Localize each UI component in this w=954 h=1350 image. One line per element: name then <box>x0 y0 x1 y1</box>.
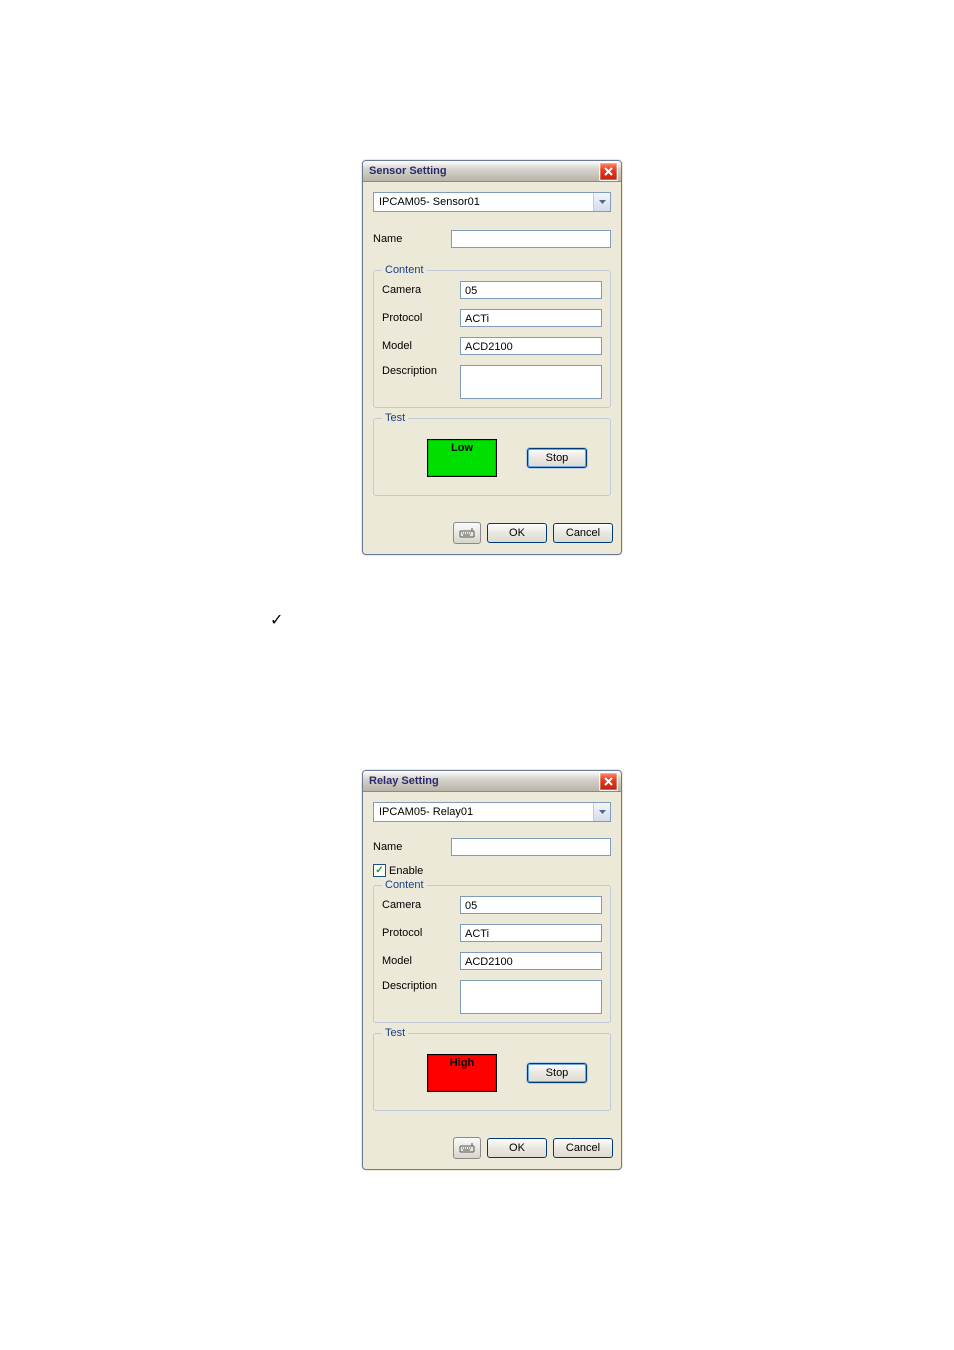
relay-selector-value: IPCAM05- Relay01 <box>379 806 473 818</box>
sensor-setting-dialog: Sensor Setting IPCAM05- Sensor01 Name Co… <box>362 160 622 555</box>
protocol-label: Protocol <box>382 312 460 324</box>
name-input[interactable] <box>451 230 611 248</box>
description-textarea[interactable] <box>460 365 602 399</box>
chevron-down-icon <box>599 810 606 814</box>
cancel-button[interactable]: Cancel <box>553 523 613 543</box>
keyboard-button[interactable] <box>453 522 481 544</box>
dialog-footer: OK Cancel <box>363 1131 621 1169</box>
sensor-selector-dropdown[interactable]: IPCAM05- Sensor01 <box>373 192 611 212</box>
protocol-value: ACTi <box>460 924 602 942</box>
dialog-title: Sensor Setting <box>369 165 447 177</box>
relay-selector-dropdown[interactable]: IPCAM05- Relay01 <box>373 802 611 822</box>
test-legend: Test <box>382 1027 408 1039</box>
close-icon <box>604 777 613 786</box>
keyboard-button[interactable] <box>453 1137 481 1159</box>
content-group: Content Camera 05 Protocol ACTi Model AC… <box>373 270 611 408</box>
test-group: Test High Stop <box>373 1033 611 1111</box>
test-status-text: High <box>450 1057 474 1069</box>
dropdown-arrow[interactable] <box>593 193 610 211</box>
ok-button[interactable]: OK <box>487 523 547 543</box>
camera-label: Camera <box>382 899 460 911</box>
close-button[interactable] <box>599 772 618 791</box>
cancel-button[interactable]: Cancel <box>553 1138 613 1158</box>
check-icon: ✓ <box>375 866 383 876</box>
test-group: Test Low Stop <box>373 418 611 496</box>
test-status-text: Low <box>451 442 473 454</box>
model-value: ACD2100 <box>460 337 602 355</box>
enable-label: Enable <box>389 865 423 877</box>
dialog-footer: OK Cancel <box>363 516 621 554</box>
titlebar[interactable]: Sensor Setting <box>363 161 621 182</box>
camera-label: Camera <box>382 284 460 296</box>
model-value: ACD2100 <box>460 952 602 970</box>
ok-button[interactable]: OK <box>487 1138 547 1158</box>
description-label: Description <box>382 365 460 377</box>
content-legend: Content <box>382 264 427 276</box>
relay-setting-dialog: Relay Setting IPCAM05- Relay01 Name ✓ En… <box>362 770 622 1170</box>
stop-button[interactable]: Stop <box>527 448 587 468</box>
content-legend: Content <box>382 879 427 891</box>
dialog-title: Relay Setting <box>369 775 439 787</box>
protocol-label: Protocol <box>382 927 460 939</box>
protocol-value: ACTi <box>460 309 602 327</box>
titlebar[interactable]: Relay Setting <box>363 771 621 792</box>
model-label: Model <box>382 955 460 967</box>
enable-checkbox[interactable]: ✓ <box>373 864 386 877</box>
close-button[interactable] <box>599 162 618 181</box>
keyboard-icon <box>459 1143 475 1153</box>
keyboard-icon <box>459 528 475 538</box>
test-status-indicator: Low <box>427 439 497 477</box>
model-label: Model <box>382 340 460 352</box>
description-textarea[interactable] <box>460 980 602 1014</box>
close-icon <box>604 167 613 176</box>
camera-value: 05 <box>460 281 602 299</box>
name-label: Name <box>373 233 451 245</box>
name-label: Name <box>373 841 451 853</box>
checkmark-icon: ✓ <box>270 610 283 630</box>
camera-value: 05 <box>460 896 602 914</box>
description-label: Description <box>382 980 460 992</box>
test-legend: Test <box>382 412 408 424</box>
name-input[interactable] <box>451 838 611 856</box>
content-group: Content Camera 05 Protocol ACTi Model AC… <box>373 885 611 1023</box>
chevron-down-icon <box>599 200 606 204</box>
sensor-selector-value: IPCAM05- Sensor01 <box>379 196 480 208</box>
stop-button[interactable]: Stop <box>527 1063 587 1083</box>
dropdown-arrow[interactable] <box>593 803 610 821</box>
test-status-indicator: High <box>427 1054 497 1092</box>
